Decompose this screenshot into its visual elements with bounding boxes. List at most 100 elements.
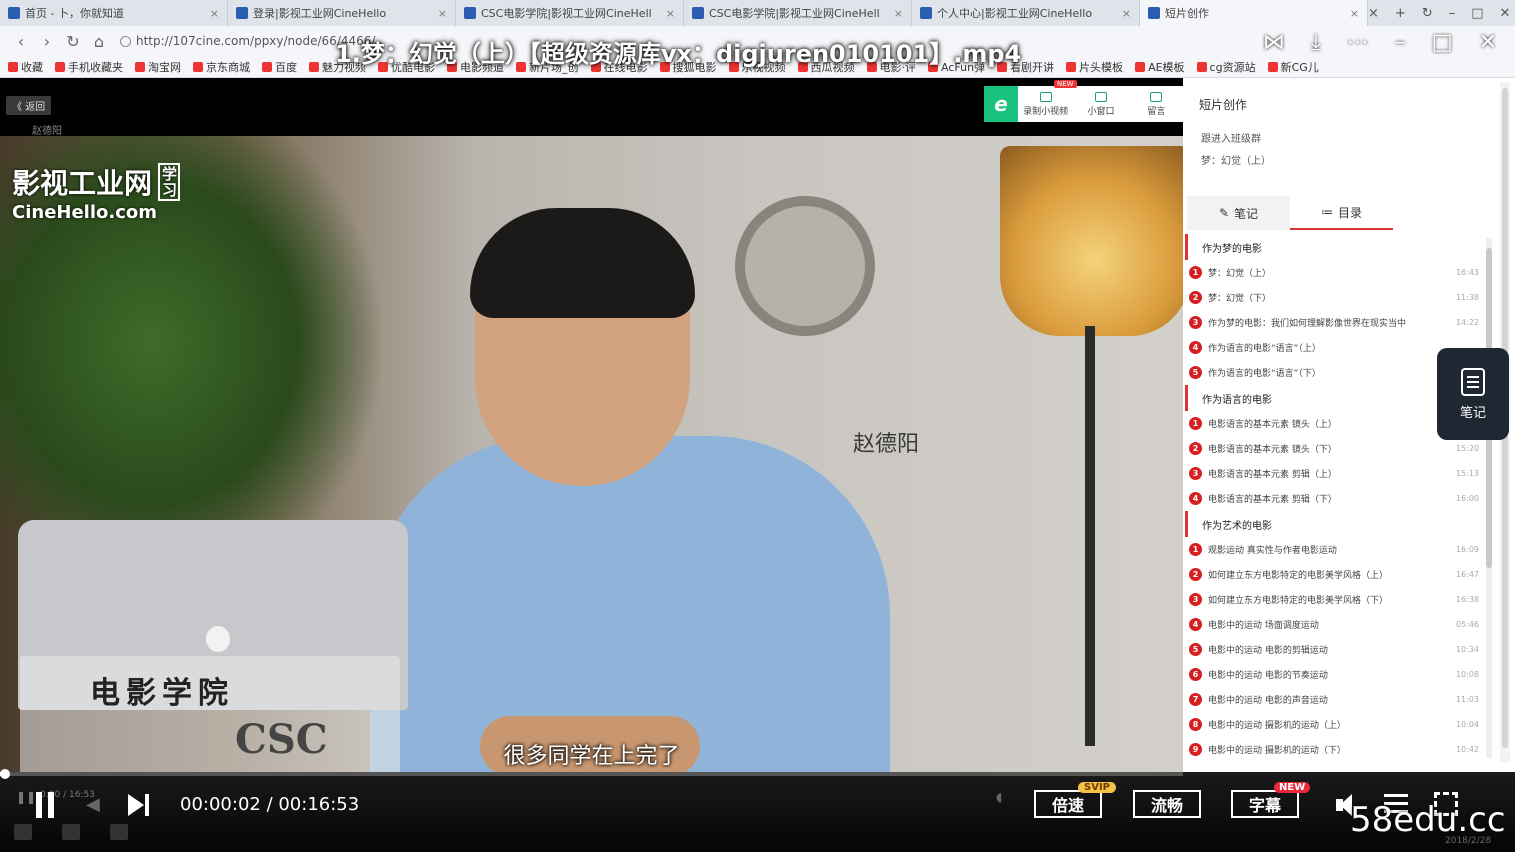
share-icon[interactable]: ⋈ [1263,30,1285,55]
lesson-title: 电影中的运动 电影的声音运动 [1208,696,1328,706]
lesson-item[interactable]: 4 电影语言的基本元素 剪辑（下） 16:00 [1183,486,1483,511]
video-player[interactable]: 《 返回 赵德阳 电影学院 CSC 影视工业网 学习 CineHello.com… [0,78,1183,772]
bookmark-item[interactable]: 片头模板 [1066,59,1123,75]
bookmark-item[interactable]: 手机收藏夹 [55,59,123,75]
maximize-icon[interactable]: □ [1471,6,1483,21]
lesson-item[interactable]: 7 电影中的运动 电影的声音运动 11:03 [1183,687,1483,712]
tab-close-icon[interactable]: × [432,7,447,20]
notes-icon: ✎ [1218,206,1230,220]
speed-button[interactable]: 倍速 [1034,790,1102,818]
forward-icon[interactable]: › [34,32,60,51]
watermark-en: CineHello.com [12,202,158,223]
tab-close-icon[interactable]: × [1116,7,1131,20]
close-window-icon[interactable]: ✕ [1500,6,1511,21]
player-controls: ❚❚ 0:00 / 16:53 ◀ 00:00:02 / 00:16:53 ◖ … [0,769,1515,852]
tab-notes[interactable]: ✎ 笔记 [1187,196,1290,230]
browser-tab[interactable]: 短片创作 × [1140,0,1368,26]
lesson-title: 梦：幻觉（下） [1208,294,1272,304]
tab-title: 个人中心|影视工业网CineHello [937,7,1093,20]
watermark-cn: 影视工业网 [12,167,153,200]
lesson-item[interactable]: 4 电影中的运动 场面调度运动 05:46 [1183,612,1483,637]
maximize-player-icon[interactable]: □ [1432,30,1453,55]
bookmark-item[interactable]: 百度 [262,59,297,75]
tab-close-icon[interactable]: × [1344,7,1359,20]
window-controls: × + ↻ – □ ✕ [1368,6,1515,21]
lesson-item[interactable]: 1 观影运动 真实性与作者电影运动 16:09 [1183,537,1483,562]
lesson-item[interactable]: 3 如何建立东方电影特定的电影美学风格（下） 16:38 [1183,587,1483,612]
bookmark-item[interactable]: 京东商城 [193,59,250,75]
lesson-item[interactable]: 2 梦：幻觉（下） 11:38 [1183,285,1483,310]
bookmark-item[interactable]: 淘宝网 [135,59,181,75]
quality-button[interactable]: 流畅 [1133,790,1201,818]
lesson-title: 电影中的运动 电影的剪辑运动 [1208,646,1328,656]
section-header[interactable]: 作为梦的电影 [1185,234,1483,260]
more-icon[interactable]: ⋯ [1347,30,1369,55]
browser-tab[interactable]: CSC电影学院|影视工业网CineHell × [456,0,684,26]
lamp-image [1000,146,1183,336]
notes-icon [1461,367,1485,396]
download-icon[interactable]: ⤓ [1311,30,1321,55]
home-icon[interactable]: ⌂ [86,32,112,51]
tab-catalog[interactable]: ≔ 目录 [1290,196,1393,230]
lesson-item[interactable]: 3 电影语言的基本元素 剪辑（上） 15:13 [1183,461,1483,486]
browser-tab[interactable]: 登录|影视工业网CineHello × [228,0,456,26]
next-button[interactable] [126,792,152,818]
lesson-duration: 16:00 [1455,494,1479,503]
lesson-item[interactable]: 6 电影中的运动 电影的节奏运动 10:08 [1183,662,1483,687]
lesson-number: 4 [1189,618,1202,631]
bookmark-label: cg资源站 [1209,60,1256,74]
mini-window-button[interactable]: 小窗口 [1073,91,1128,117]
tab-close-icon[interactable]: × [660,7,675,20]
bookmark-label: 新CG儿 [1280,60,1319,74]
minimize-icon[interactable]: – [1449,6,1456,21]
lesson-item[interactable]: 9 电影中的运动 摄影机的运动（下） 10:42 [1183,737,1483,762]
minimize-player-icon[interactable]: – [1395,30,1406,55]
progress-bar[interactable] [0,769,1183,779]
bookmark-item[interactable]: cg资源站 [1196,59,1256,75]
tab-favicon-icon [920,7,932,19]
tab-close-icon[interactable]: × [888,7,903,20]
bookmark-label: 片头模板 [1079,60,1124,74]
browser-tab[interactable]: CSC电影学院|影视工业网CineHell × [684,0,912,26]
browser-tab[interactable]: 个人中心|影视工业网CineHello × [912,0,1140,26]
new-tab-icon[interactable]: + [1395,6,1406,21]
caption-button[interactable]: 字幕 [1231,790,1299,818]
pause-button[interactable] [34,792,56,818]
browser-tab[interactable]: 首页 - 卜，你就知道 × [0,0,228,26]
bookmark-item[interactable]: AE模板 [1135,59,1185,75]
tab-list-icon[interactable]: × [1368,6,1379,21]
lesson-title: 如何建立东方电影特定的电影美学风格（上） [1208,571,1389,581]
lesson-item[interactable]: 2 如何建立东方电影特定的电影美学风格（上） 16:47 [1183,562,1483,587]
tab-favicon-icon [1148,7,1160,19]
lesson-item[interactable]: 5 电影中的运动 电影的剪辑运动 10:34 [1183,637,1483,662]
comment-button[interactable]: 留言 [1129,91,1183,117]
corner-logo: 58edu.cc [1350,800,1506,840]
lesson-number: 9 [1189,743,1202,756]
record-video-button[interactable]: 录制小视频 [1018,91,1073,117]
bookmark-item[interactable]: 收藏 [8,59,43,75]
lesson-item[interactable]: 2 电影语言的基本元素 镜头（下） 15:20 [1183,436,1483,461]
sidebar-scrollbar[interactable] [1486,238,1492,758]
tab-favicon-icon [8,7,20,19]
lesson-item[interactable]: 1 梦：幻觉（上） 16:43 [1183,260,1483,285]
lesson-item[interactable]: 3 作为梦的电影：我们如何理解影像世界在现实当中 14:22 [1183,310,1483,335]
svip-badge: SVIP [1078,782,1116,793]
lesson-item[interactable]: 8 电影中的运动 摄影机的运动（上） 10:04 [1183,712,1483,737]
close-player-icon[interactable]: ✕ [1479,30,1497,55]
time-display: 00:00:02 / 00:16:53 [180,794,360,815]
floating-notes-button[interactable]: 笔记 [1437,348,1509,440]
join-group-link[interactable]: 跟进入班级群 [1201,130,1261,145]
lesson-duration: 14:22 [1455,318,1479,327]
restore-tabs-icon[interactable]: ↻ [1422,6,1433,21]
course-title: 短片创作 [1199,98,1248,112]
lesson-duration: 10:34 [1455,645,1479,654]
tab-close-icon[interactable]: × [204,7,219,20]
bookmark-label: AE模板 [1148,60,1185,74]
bookmark-icon [262,61,272,72]
back-icon[interactable]: ‹ [8,32,34,51]
back-button[interactable]: 《 返回 [6,96,52,115]
section-header[interactable]: 作为艺术的电影 [1185,511,1483,537]
progress-knob[interactable] [0,769,10,779]
bookmark-item[interactable]: 新CG儿 [1267,59,1319,75]
reload-icon[interactable]: ↻ [60,32,86,51]
